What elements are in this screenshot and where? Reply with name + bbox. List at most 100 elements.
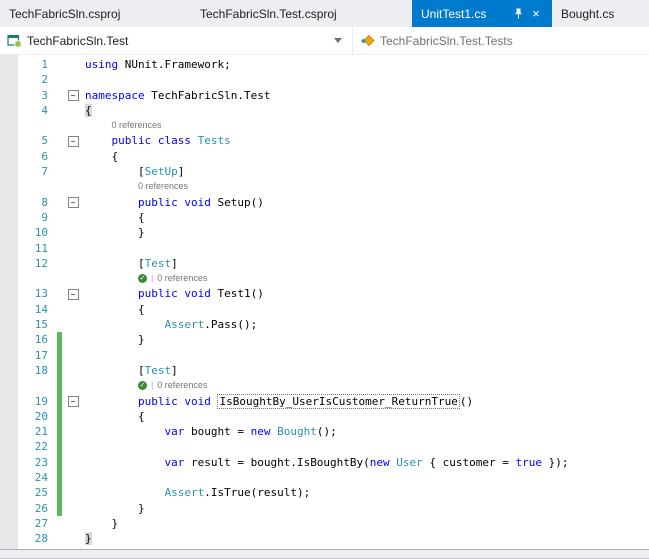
- indicator-margin-cell[interactable]: [0, 72, 18, 87]
- code-line[interactable]: 13 − public void Test1(): [0, 286, 649, 301]
- collapse-toggle[interactable]: −: [67, 288, 79, 300]
- indicator-margin-cell[interactable]: [0, 241, 18, 256]
- indicator-margin-cell[interactable]: [0, 363, 18, 378]
- code-line[interactable]: 28}: [0, 531, 649, 546]
- code-text[interactable]: [SetUp]: [82, 164, 649, 179]
- types-dropdown[interactable]: TechFabricSln.Test.Tests: [353, 27, 649, 54]
- code-text[interactable]: public void Setup(): [82, 195, 649, 210]
- code-text[interactable]: public class Tests: [82, 133, 649, 148]
- code-text[interactable]: {: [82, 149, 649, 164]
- references-link[interactable]: 0 references: [157, 378, 207, 393]
- indicator-margin-cell[interactable]: [0, 455, 18, 470]
- code-text[interactable]: [Test]: [82, 363, 649, 378]
- codelens-content[interactable]: 0 references: [82, 179, 649, 194]
- code-line[interactable]: 23 var result = bought.IsBoughtBy(new Us…: [0, 454, 649, 471]
- code-line[interactable]: 14 {: [0, 302, 649, 317]
- code-text[interactable]: {: [82, 210, 649, 225]
- indicator-margin-cell[interactable]: [0, 210, 18, 225]
- references-link[interactable]: 0 references: [111, 118, 161, 133]
- collapse-toggle[interactable]: −: [67, 135, 79, 147]
- code-line[interactable]: 5 − public class Tests: [0, 133, 649, 148]
- indicator-margin-cell[interactable]: [0, 195, 18, 210]
- code-text[interactable]: var result = bought.IsBoughtBy(new User …: [82, 455, 649, 470]
- pin-icon[interactable]: [510, 8, 527, 19]
- indicator-margin-cell[interactable]: [0, 133, 18, 148]
- collapse-toggle[interactable]: −: [67, 196, 79, 208]
- code-line[interactable]: 10 }: [0, 225, 649, 240]
- indicator-margin-cell[interactable]: [0, 88, 18, 103]
- indicator-margin-cell[interactable]: [0, 256, 18, 271]
- code-line[interactable]: 1 using NUnit.Framework;: [0, 57, 649, 72]
- code-line[interactable]: 2: [0, 72, 649, 87]
- collapse-toggle[interactable]: −: [67, 89, 79, 101]
- code-text[interactable]: using NUnit.Framework;: [82, 57, 649, 72]
- code-line[interactable]: 12 [Test]: [0, 256, 649, 271]
- code-line[interactable]: 17: [0, 347, 649, 364]
- indicator-margin-cell[interactable]: [0, 317, 18, 332]
- code-line[interactable]: 19 − public void IsBoughtBy_UserIsCustome…: [0, 393, 649, 410]
- indicator-margin-cell[interactable]: [0, 271, 18, 286]
- code-text[interactable]: namespace TechFabricSln.Test: [82, 88, 649, 103]
- code-line[interactable]: 6 {: [0, 149, 649, 164]
- indicator-margin-cell[interactable]: [0, 225, 18, 240]
- indicator-margin-cell[interactable]: [0, 485, 18, 500]
- code-line[interactable]: 21 var bought = new Bought();: [0, 424, 649, 440]
- code-line[interactable]: 7 [SetUp]: [0, 164, 649, 179]
- code-text[interactable]: var bought = new Bought();: [82, 424, 649, 439]
- code-text[interactable]: [82, 439, 649, 454]
- indicator-margin-cell[interactable]: [0, 164, 18, 179]
- tab-unittest1-cs[interactable]: UnitTest1.cs ×: [412, 0, 552, 27]
- code-text[interactable]: {: [82, 302, 649, 317]
- indicator-margin-cell[interactable]: [0, 149, 18, 164]
- codelens-content[interactable]: ✓ | 0 references: [82, 271, 649, 286]
- code-line[interactable]: 4{: [0, 103, 649, 118]
- indicator-margin-cell[interactable]: [0, 378, 18, 393]
- code-line[interactable]: 8 − public void Setup(): [0, 195, 649, 210]
- indicator-margin-cell[interactable]: [0, 332, 18, 347]
- codelens-row[interactable]: ✓ | 0 references: [0, 271, 649, 286]
- codelens-row[interactable]: 0 references: [0, 179, 649, 194]
- code-line[interactable]: 15 Assert.Pass();: [0, 317, 649, 332]
- code-text[interactable]: [82, 72, 649, 87]
- indicator-margin-cell[interactable]: [0, 424, 18, 439]
- indicator-margin-cell[interactable]: [0, 531, 18, 546]
- code-text[interactable]: }: [82, 531, 649, 546]
- collapse-toggle[interactable]: −: [67, 395, 79, 407]
- indicator-margin-cell[interactable]: [0, 57, 18, 72]
- tab-techfabricsln-csproj[interactable]: TechFabricSln.csproj: [0, 0, 191, 27]
- indicator-margin-cell[interactable]: [0, 409, 18, 424]
- indicator-margin-cell[interactable]: [0, 516, 18, 531]
- code-text[interactable]: Assert.Pass();: [82, 317, 649, 332]
- code-line[interactable]: 9 {: [0, 210, 649, 225]
- close-icon[interactable]: ×: [529, 6, 543, 21]
- codelens-content[interactable]: ✓ | 0 references: [82, 378, 649, 393]
- indicator-margin-cell[interactable]: [0, 286, 18, 301]
- indicator-margin-cell[interactable]: [0, 179, 18, 194]
- codelens-content[interactable]: 0 references: [82, 118, 649, 133]
- indicator-margin-cell[interactable]: [0, 394, 18, 409]
- indicator-margin-cell[interactable]: [0, 501, 18, 516]
- code-line[interactable]: 18 [Test]: [0, 362, 649, 379]
- codelens-row[interactable]: 0 references: [0, 118, 649, 133]
- code-line[interactable]: 3 − namespace TechFabricSln.Test: [0, 88, 649, 103]
- code-text[interactable]: [82, 470, 649, 485]
- code-text[interactable]: public void Test1(): [82, 286, 649, 301]
- code-text[interactable]: }: [82, 501, 649, 516]
- references-link[interactable]: 0 references: [157, 271, 207, 286]
- code-text[interactable]: [82, 241, 649, 256]
- code-text[interactable]: {: [82, 409, 649, 424]
- code-line[interactable]: 11: [0, 241, 649, 256]
- references-link[interactable]: 0 references: [138, 179, 188, 194]
- code-text[interactable]: }: [82, 332, 649, 347]
- indicator-margin-cell[interactable]: [0, 118, 18, 133]
- horizontal-scrollbar[interactable]: [0, 549, 649, 558]
- code-text[interactable]: {: [82, 103, 649, 118]
- code-text[interactable]: [82, 348, 649, 363]
- code-editor[interactable]: 1 using NUnit.Framework; 2 3− namespace Tech…: [0, 55, 649, 551]
- code-line[interactable]: 26 }: [0, 500, 649, 517]
- codelens-row[interactable]: ✓ | 0 references: [0, 378, 649, 394]
- indicator-margin-cell[interactable]: [0, 348, 18, 363]
- project-dropdown[interactable]: TechFabricSln.Test: [0, 27, 353, 54]
- indicator-margin-cell[interactable]: [0, 439, 18, 454]
- tab-bought-cs[interactable]: Bought.cs: [552, 0, 649, 27]
